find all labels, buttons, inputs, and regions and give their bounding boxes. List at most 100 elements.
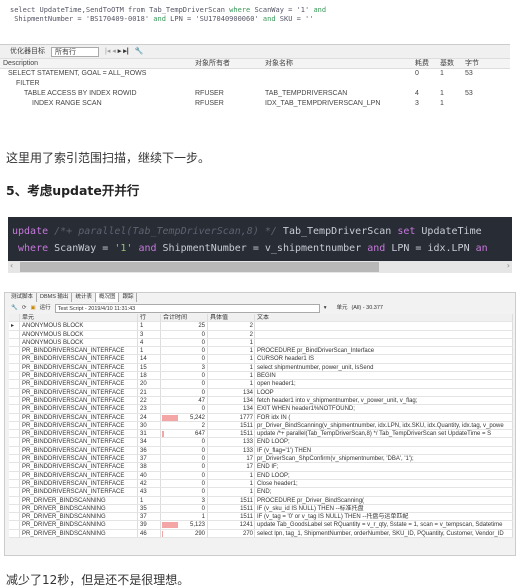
table-row[interactable]: PR_DRIVER_BINDSCANNING 46 290 270 select lpn…: [9, 529, 513, 539]
row-indicator[interactable]: [9, 388, 20, 396]
table-cell: ANONYMOUS BLOCK: [20, 338, 138, 347]
row-indicator[interactable]: [9, 421, 20, 430]
table-row[interactable]: PR_BINDDRIVERSCAN_INTERFACE 22 47 134 fetch …: [9, 396, 513, 406]
col-line[interactable]: 行: [138, 314, 161, 322]
time-value: 0: [201, 464, 205, 471]
row-indicator[interactable]: [9, 338, 20, 347]
scrollbar-thumb[interactable]: [20, 262, 379, 272]
table-row[interactable]: PR_BINDDRIVERSCAN_INTERFACE 42 0 1 Close hea…: [9, 479, 513, 489]
table-cell: 1: [208, 372, 255, 380]
col-unit[interactable]: 单元: [20, 314, 138, 322]
table-row[interactable]: PR_DRIVER_BINDSCANNING 1 3 1511 PROCEDURE pr…: [9, 496, 513, 505]
scroll-right-icon[interactable]: ›: [507, 261, 510, 270]
col-total-time[interactable]: 合计时间: [161, 314, 208, 322]
wrench-icon[interactable]: 🔧: [11, 304, 18, 312]
table-row[interactable]: PR_BINDDRIVERSCAN_INTERFACE 20 0 1 open head…: [9, 380, 513, 389]
row-indicator[interactable]: [9, 363, 20, 372]
row-indicator[interactable]: [9, 513, 20, 521]
table-cell: 2: [161, 421, 208, 430]
row-indicator[interactable]: [9, 380, 20, 388]
row-indicator[interactable]: [9, 463, 20, 471]
row-indicator[interactable]: [9, 455, 20, 463]
table-cell: 1: [208, 479, 255, 488]
table-cell: 647: [161, 430, 208, 438]
row-indicator[interactable]: [9, 413, 20, 421]
table-row[interactable]: PR_BINDDRIVERSCAN_INTERFACE 40 0 1 END LOOP;: [9, 471, 513, 480]
row-indicator[interactable]: [9, 405, 20, 413]
row-indicator[interactable]: [9, 479, 20, 488]
plan-row[interactable]: SELECT STATEMENT, GOAL = ALL_ROWS 0 1 53: [0, 69, 510, 79]
col-occurrences[interactable]: 具体值: [208, 314, 255, 322]
table-cell: 1: [208, 488, 255, 496]
profiler-tab[interactable]: 测试脚本: [8, 293, 38, 302]
time-value: 0: [201, 480, 205, 487]
profiler-tab[interactable]: DBMS 输出: [37, 293, 73, 302]
row-indicator[interactable]: [9, 396, 20, 405]
profiler-tab[interactable]: 概况图: [95, 293, 120, 302]
run-icon[interactable]: ▣: [30, 304, 35, 312]
profiler-tab[interactable]: 跟踪: [119, 293, 138, 302]
table-row[interactable]: PR_BINDDRIVERSCAN_INTERFACE 37 0 17 pr_Drive…: [9, 455, 513, 464]
optimizer-goal-select[interactable]: 所有行: [51, 46, 99, 57]
current-row-icon[interactable]: ▸: [9, 322, 20, 330]
table-row[interactable]: PR_BINDDRIVERSCAN_INTERFACE 43 0 1 END;: [9, 488, 513, 497]
table-cell: 40: [138, 471, 161, 479]
table-cell: 0: [161, 330, 208, 338]
table-row[interactable]: PR_BINDDRIVERSCAN_INTERFACE 30 2 1511 pr_Dri…: [9, 421, 513, 431]
row-indicator[interactable]: [9, 504, 20, 513]
row-indicator[interactable]: [9, 355, 20, 363]
refresh-icon[interactable]: ⟳: [22, 304, 27, 312]
sql-text: ShipmentNumber = 'BS170409-0018': [10, 15, 154, 23]
nav-arrows-icon[interactable]: |◂ ◂ ▸ ▸|: [105, 47, 129, 56]
plan-row[interactable]: TABLE ACCESS BY INDEX ROWID RFUSER TAB_TEM…: [0, 89, 510, 99]
plan-row[interactable]: FILTER: [0, 79, 510, 89]
profiler-tab[interactable]: 统计表: [72, 293, 96, 302]
table-row[interactable]: PR_BINDDRIVERSCAN_INTERFACE 34 0 133 END LOO…: [9, 438, 513, 447]
sql-keyword: and: [262, 15, 276, 23]
table-row[interactable]: PR_BINDDRIVERSCAN_INTERFACE 18 0 1 BEGIN: [9, 372, 513, 381]
row-indicator[interactable]: [9, 438, 20, 446]
unit-select[interactable]: (All) - 30.377: [351, 304, 383, 312]
row-indicator[interactable]: [9, 372, 20, 380]
time-value: 5,123: [189, 522, 205, 529]
row-indicator[interactable]: [9, 529, 20, 538]
table-row[interactable]: PR_BINDDRIVERSCAN_INTERFACE 15 3 1 select sh…: [9, 363, 513, 373]
table-row[interactable]: PR_DRIVER_BINDSCANNING 39 5,123 1241 update …: [9, 521, 513, 530]
table-row[interactable]: PR_BINDDRIVERSCAN_INTERFACE 21 0 134 LOOP: [9, 388, 513, 397]
code-horizontal-scrollbar[interactable]: ‹ ›: [8, 261, 512, 273]
row-indicator[interactable]: [9, 496, 20, 504]
row-indicator[interactable]: [9, 471, 20, 479]
col-text[interactable]: 文本: [255, 314, 513, 322]
table-row[interactable]: PR_BINDDRIVERSCAN_INTERFACE 38 0 17 END IF;: [9, 463, 513, 472]
plan-cell: 1: [440, 100, 444, 107]
table-cell: 0: [161, 405, 208, 413]
table-row[interactable]: PR_BINDDRIVERSCAN_INTERFACE 23 0 134 EXIT WH…: [9, 405, 513, 414]
profiler-tabs: 测试脚本 DBMS 输出 统计表 概况图 跟踪: [5, 293, 515, 302]
scroll-left-icon[interactable]: ‹: [10, 261, 13, 270]
run-select[interactable]: Test Script - 2019/4/10 11:31:43: [54, 303, 320, 313]
wrench-icon[interactable]: 🔧: [135, 47, 144, 56]
table-row[interactable]: PR_BINDDRIVERSCAN_INTERFACE 1 0 1 PROCEDURE …: [9, 347, 513, 356]
row-indicator[interactable]: [9, 521, 20, 529]
table-row[interactable]: PR_BINDDRIVERSCAN_INTERFACE 31 647 1511 upda…: [9, 430, 513, 439]
row-indicator[interactable]: [9, 446, 20, 455]
table-row[interactable]: PR_BINDDRIVERSCAN_INTERFACE 14 0 1 CURSOR he…: [9, 355, 513, 364]
table-cell: 0: [161, 504, 208, 513]
table-row[interactable]: PR_DRIVER_BINDSCANNING 37 1 1511 IF (v_tag =…: [9, 513, 513, 522]
table-cell: update /*+ parallel(Tab_TempDriverScan,8…: [255, 430, 513, 438]
table-cell: 1: [208, 347, 255, 355]
code-text: ScanWay =: [48, 243, 115, 254]
table-row[interactable]: ▸ ANONYMOUS BLOCK 1 25 2: [9, 322, 513, 331]
row-indicator[interactable]: [9, 488, 20, 496]
table-row[interactable]: PR_BINDDRIVERSCAN_INTERFACE 36 0 133 IF (v_f…: [9, 446, 513, 456]
table-row[interactable]: ANONYMOUS BLOCK 4 0 1: [9, 338, 513, 348]
row-indicator[interactable]: [9, 330, 20, 338]
row-indicator[interactable]: [9, 430, 20, 438]
table-row[interactable]: PR_BINDDRIVERSCAN_INTERFACE 24 5,242 1777 FO…: [9, 413, 513, 422]
row-indicator[interactable]: [9, 347, 20, 355]
table-row[interactable]: PR_DRIVER_BINDSCANNING 35 0 1511 IF (v_sku_i…: [9, 504, 513, 514]
sql-text: LPN = 'SU17040900060': [165, 15, 263, 23]
dropdown-icon[interactable]: ▾: [324, 304, 327, 312]
table-row[interactable]: ANONYMOUS BLOCK 3 0 2: [9, 330, 513, 339]
plan-row[interactable]: INDEX RANGE SCAN RFUSER IDX_TAB_TEMPDRIVER…: [0, 99, 510, 109]
